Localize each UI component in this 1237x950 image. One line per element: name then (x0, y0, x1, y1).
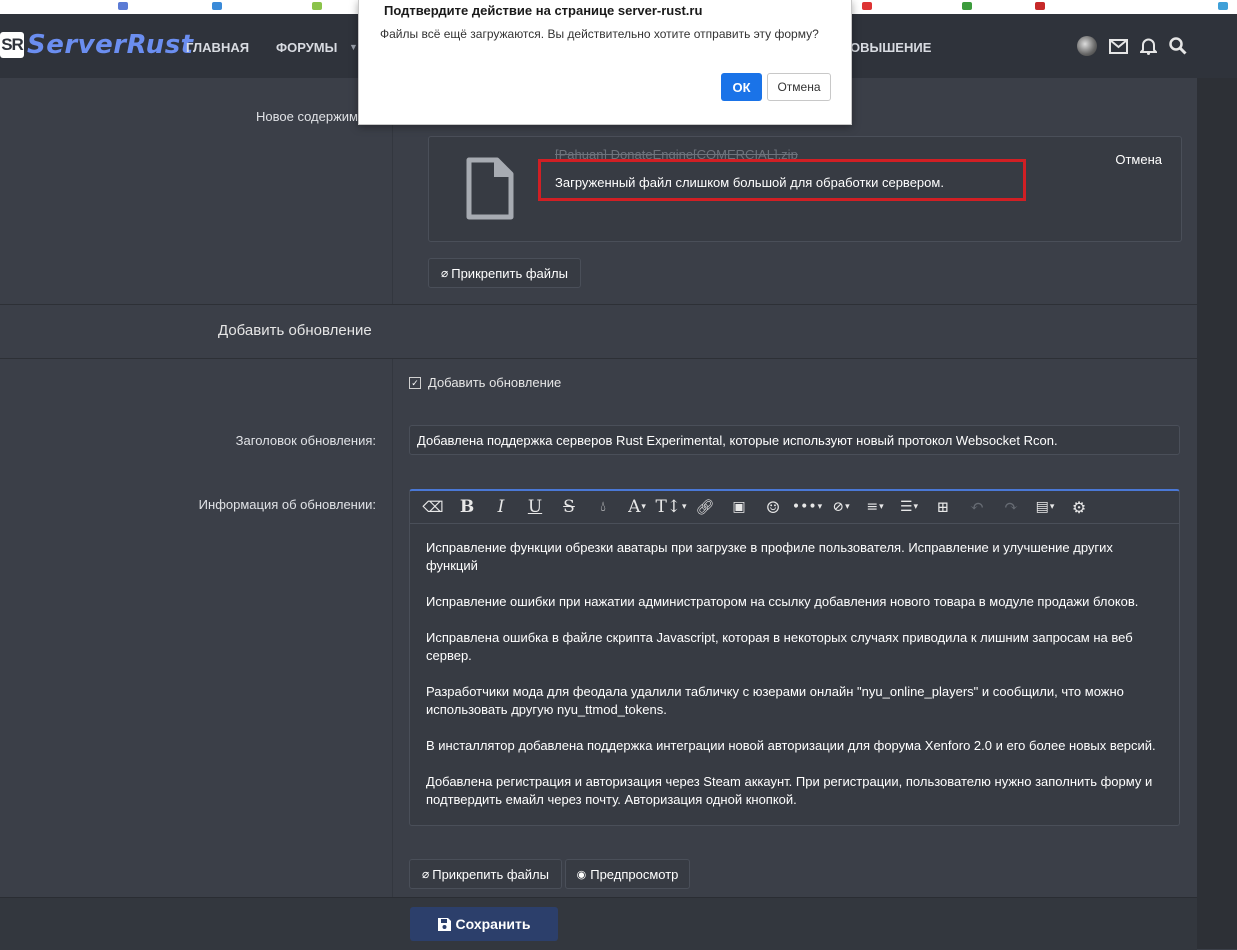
logo-text: ServerRust (27, 30, 194, 60)
nav-promotion[interactable]: ОВЫШЕНИЕ (850, 40, 931, 55)
image-icon[interactable]: ▣ (722, 492, 756, 522)
new-content-label: Новое содержим (256, 109, 358, 124)
update-title-label: Заголовок обновления: (235, 433, 376, 448)
redo-icon[interactable]: ↷ (994, 492, 1028, 522)
editor-content[interactable]: Исправление функции обрезки аватары при … (426, 539, 1166, 827)
avatar[interactable] (1077, 36, 1097, 56)
underline-icon[interactable]: U (518, 492, 552, 522)
add-update-checkbox-row[interactable]: ✓ Добавить обновление (409, 375, 561, 390)
update-info-editor[interactable]: ⌫ B I U S 💧︎ A ▾ T↕ ▾ 🔗︎ ▣ ☺ ••• ▾ ⊘ ▾ ≡ ▾ ☰ ▾… (409, 489, 1180, 826)
site-logo[interactable]: SR ServerRust (0, 30, 194, 60)
link-icon[interactable]: 🔗︎ (688, 492, 722, 522)
font-family-icon[interactable]: A ▾ (620, 492, 654, 522)
editor-paragraph: Разработчики мода для феодала удалили та… (426, 684, 1124, 717)
gear-icon[interactable]: ⚙ (1062, 492, 1096, 522)
error-highlight-frame (538, 159, 1026, 201)
editor-paragraph: Исправление ошибки при нажатии администр… (426, 594, 1139, 609)
paperclip-icon: ⌀ (441, 266, 449, 280)
attach-files-button[interactable]: ⌀ Прикрепить файлы (428, 258, 581, 288)
editor-paragraph: В инсталлятор добавлена поддержка интегр… (426, 738, 1156, 753)
search-icon[interactable] (1169, 37, 1187, 55)
update-title-input[interactable]: Добавлена поддержка серверов Rust Experi… (409, 425, 1180, 455)
cancel-upload-link[interactable]: Отмена (1115, 152, 1162, 167)
dialog-cancel-button[interactable]: Отмена (767, 73, 831, 101)
confirm-dialog: Подтвердите действие на странице server-… (358, 0, 852, 125)
more-icon[interactable]: ••• ▾ (790, 492, 824, 522)
preview-button[interactable]: ◉ Предпросмотр (565, 859, 690, 889)
floppy-icon (437, 917, 451, 931)
attach-files-button-2[interactable]: ⌀ Прикрепить файлы (409, 859, 562, 889)
list-icon[interactable]: ☰ ▾ (892, 492, 926, 522)
mail-icon[interactable] (1109, 38, 1128, 54)
editor-toolbar: ⌫ B I U S 💧︎ A ▾ T↕ ▾ 🔗︎ ▣ ☺ ••• ▾ ⊘ ▾ ≡ ▾ ☰ ▾… (410, 491, 1179, 524)
bell-icon[interactable] (1140, 37, 1157, 55)
bold-icon[interactable]: B (450, 492, 484, 522)
color-drop-icon[interactable]: 💧︎ (586, 492, 620, 522)
logo-badge: SR (0, 32, 24, 58)
attach-files-label: Прикрепить файлы (451, 265, 568, 281)
smiley-icon[interactable]: ☺ (756, 492, 790, 522)
page-scrollbar[interactable] (1197, 78, 1237, 949)
column-divider (392, 359, 393, 897)
editor-paragraph: Исправлена ошибка в файле скрипта Javasc… (426, 630, 1133, 663)
dialog-title: Подтвердите действие на странице server-… (384, 3, 703, 18)
add-update-checkbox[interactable]: ✓ (409, 376, 421, 389)
add-update-checkbox-label: Добавить обновление (428, 375, 562, 390)
dialog-ok-button[interactable]: ОК (721, 73, 762, 101)
italic-icon[interactable]: I (484, 492, 518, 522)
section-title: Добавить обновление (218, 322, 372, 339)
nav-home[interactable]: ГЛАВНАЯ (186, 40, 249, 55)
editor-paragraph: Исправление функции обрезки аватары при … (426, 540, 1113, 573)
nav-icons (1077, 36, 1187, 56)
section-divider (0, 304, 1197, 305)
align-icon[interactable]: ≡ ▾ (858, 492, 892, 522)
chevron-down-icon[interactable]: ▼ (349, 42, 358, 52)
table-icon[interactable]: ⊞ (926, 492, 960, 522)
preview-label: Предпросмотр (590, 866, 679, 882)
attach-files-label: Прикрепить файлы (432, 866, 549, 882)
paperclip-icon: ⌀ (422, 867, 430, 881)
update-info-label: Информация об обновлении: (198, 497, 376, 512)
strikethrough-icon[interactable]: S (552, 492, 586, 522)
save-button[interactable]: Сохранить (410, 907, 558, 941)
save-draft-icon[interactable]: ▤ ▾ (1028, 492, 1062, 522)
file-icon (466, 157, 514, 220)
section-divider (0, 358, 1197, 359)
undo-icon[interactable]: ↶ (960, 492, 994, 522)
update-title-value: Добавлена поддержка серверов Rust Experi… (417, 432, 1058, 448)
editor-paragraph: Добавлена регистрация и авторизация чере… (426, 774, 1153, 807)
font-size-icon[interactable]: T↕ ▾ (654, 492, 688, 522)
hide-icon[interactable]: ⊘ ▾ (824, 492, 858, 522)
dialog-message: Файлы всё ещё загружаются. Вы действител… (380, 27, 819, 41)
eraser-icon[interactable]: ⌫ (416, 492, 450, 522)
form-footer (0, 897, 1197, 950)
save-label: Сохранить (455, 916, 531, 932)
eye-icon: ◉ (576, 868, 587, 881)
nav-forums[interactable]: ФОРУМЫ (276, 40, 337, 55)
